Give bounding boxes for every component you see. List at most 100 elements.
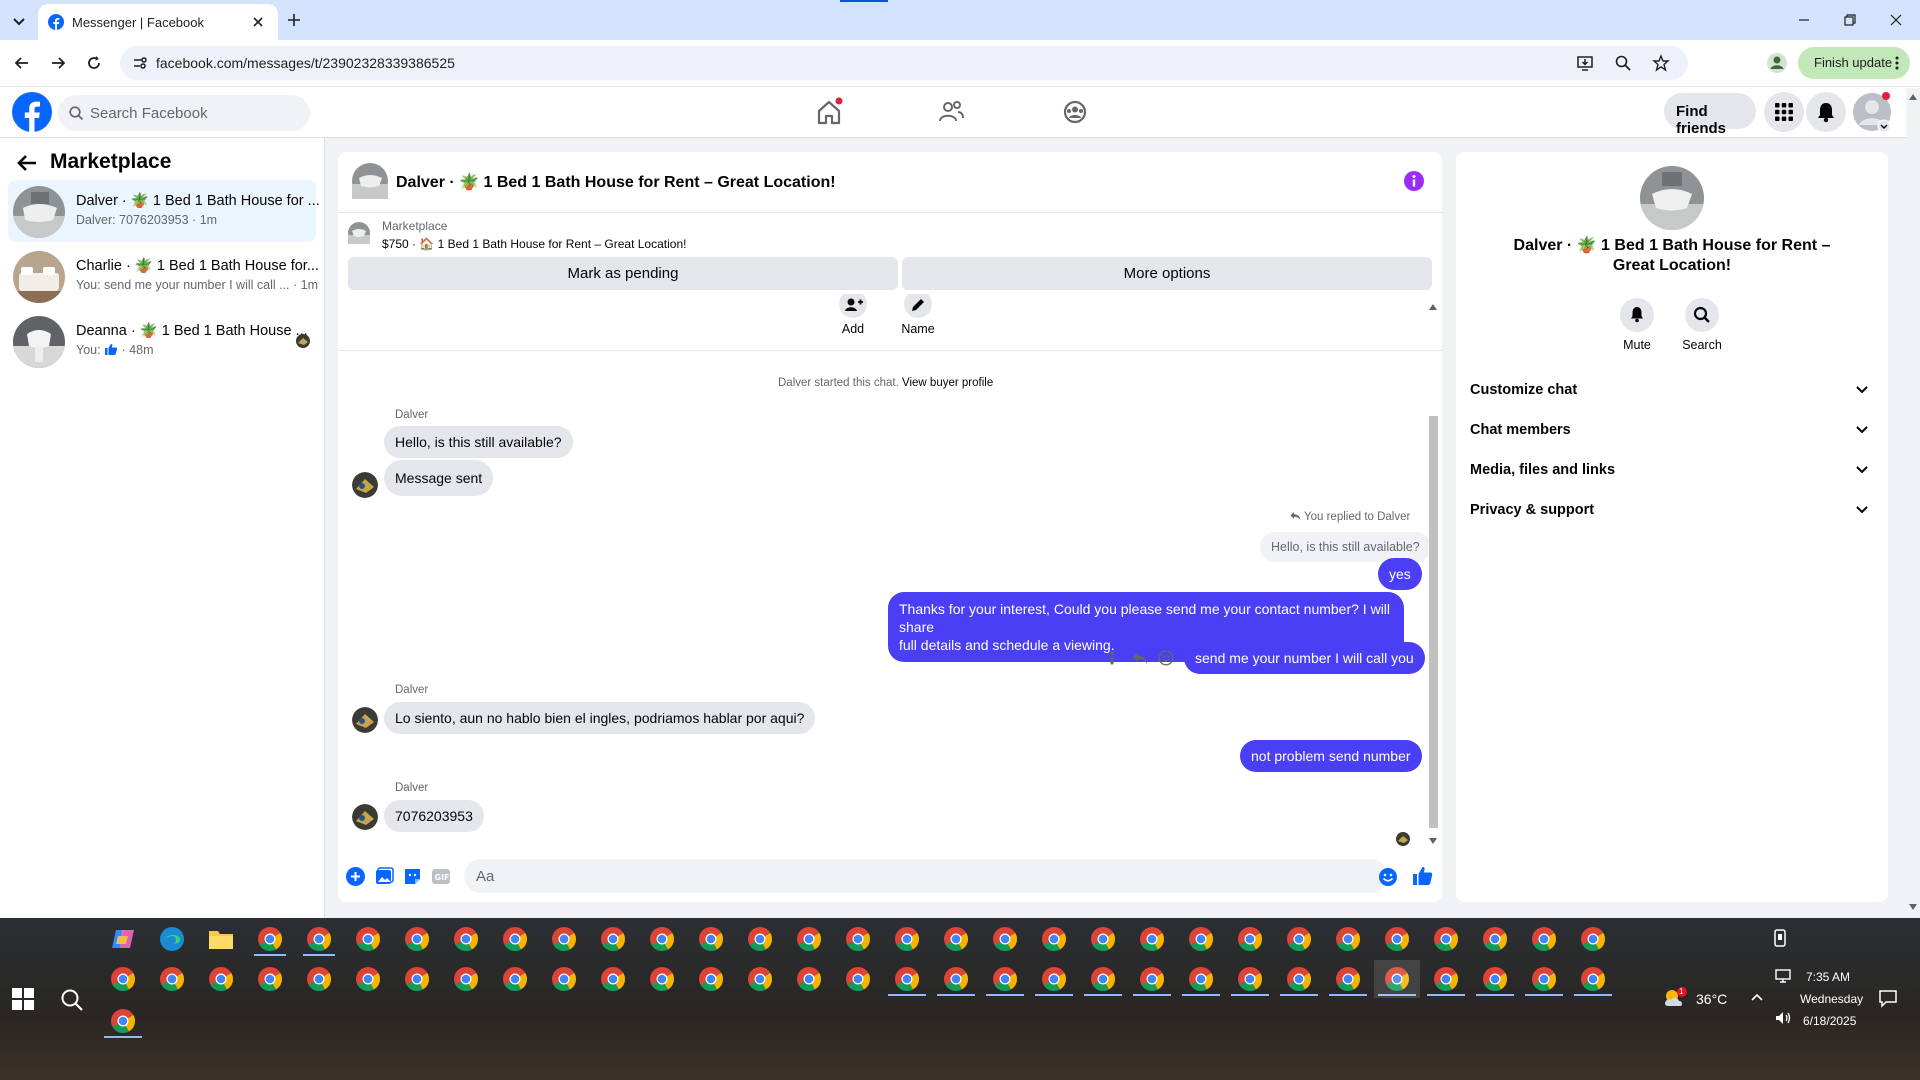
browser-tab-messenger[interactable]: Messenger | Facebook (38, 4, 278, 40)
listing-mini-thumbnail (348, 222, 370, 244)
volume-icon[interactable] (1774, 1010, 1792, 1026)
reply-icon[interactable] (1132, 650, 1148, 666)
install-app-icon[interactable] (1576, 54, 1594, 72)
chrome-icon-group[interactable] (0, 918, 1920, 1058)
message-outgoing[interactable]: send me your number I will call you (1184, 642, 1425, 674)
weather-badge: 1 (1679, 987, 1684, 996)
network-icon[interactable] (1774, 968, 1792, 984)
message-incoming[interactable]: 7076203953 (384, 800, 484, 832)
sender-avatar[interactable] (352, 804, 378, 830)
scroll-up-icon[interactable] (1429, 304, 1437, 310)
sender-avatar[interactable] (352, 707, 378, 733)
show-hidden-icons-icon[interactable] (1750, 992, 1764, 1002)
add-label: Add (841, 322, 865, 336)
site-info-icon[interactable] (132, 55, 148, 71)
message-incoming[interactable]: Hello, is this still available? (384, 426, 573, 458)
mark-as-pending-button[interactable]: Mark as pending (348, 257, 898, 290)
minimize-icon[interactable] (1796, 12, 1812, 28)
finish-update-button[interactable]: Finish update (1798, 47, 1910, 79)
message-input[interactable]: Aa (464, 859, 1388, 893)
chat-members-row[interactable]: Chat members (1470, 412, 1874, 450)
new-tab-icon[interactable] (284, 10, 304, 30)
message-outgoing[interactable]: not problem send number (1240, 740, 1422, 772)
clock-date[interactable]: 6/18/2025 (1803, 1014, 1856, 1028)
listing-price-title[interactable]: $750 · 🏠 1 Bed 1 Bath House for Rent – G… (382, 237, 686, 251)
attach-photo-icon[interactable] (375, 867, 394, 886)
gif-icon[interactable]: GIF (431, 867, 451, 886)
view-buyer-profile-link[interactable]: View buyer profile (902, 377, 993, 389)
row-label: Customize chat (1470, 382, 1578, 398)
close-tab-icon[interactable] (250, 14, 266, 30)
chat-item-charlie[interactable]: Charlie · 🪴 1 Bed 1 Bath House for... Yo… (8, 245, 319, 307)
friends-nav-icon[interactable] (936, 97, 966, 127)
zoom-icon[interactable] (1614, 54, 1632, 72)
more-options-button[interactable]: More options (902, 257, 1432, 290)
tab-indicator (840, 0, 888, 2)
notification-center-icon[interactable] (1878, 988, 1898, 1008)
find-friends-button[interactable]: Find friends (1664, 93, 1756, 137)
thumbs-up-icon (104, 343, 118, 356)
reload-icon[interactable] (84, 53, 104, 73)
weather-temp[interactable]: 36°C (1696, 991, 1727, 1007)
customize-chat-row[interactable]: Customize chat (1470, 372, 1874, 410)
groups-nav-icon[interactable] (1060, 97, 1090, 127)
chat-info-avatar (1640, 166, 1704, 230)
row-label: Media, files and links (1470, 462, 1616, 478)
back-arrow-icon[interactable] (16, 153, 38, 173)
profile-icon[interactable] (1766, 52, 1788, 74)
back-icon[interactable] (12, 53, 32, 73)
chat-header-avatar[interactable] (352, 163, 388, 199)
tab-search-icon[interactable] (8, 10, 30, 32)
account-avatar-button[interactable] (1852, 92, 1892, 133)
conversation-info-icon[interactable] (1404, 171, 1424, 191)
scroll-down-icon[interactable] (1909, 904, 1917, 910)
address-bar[interactable]: facebook.com/messages/t/2390232833938652… (120, 46, 1688, 80)
mute-bell-icon (1620, 298, 1654, 332)
sticker-icon[interactable] (403, 867, 422, 886)
scroll-thumb[interactable] (1429, 416, 1438, 828)
chat-title[interactable]: Dalver · 🪴 1 Bed 1 Bath House for Rent –… (396, 172, 836, 192)
chat-item-deanna[interactable]: Deanna · 🪴 1 Bed 1 Bath House ... You: ·… (8, 310, 316, 372)
menu-grid-button[interactable] (1764, 92, 1804, 132)
bookmark-star-icon[interactable] (1652, 54, 1670, 72)
listing-thumbnail (13, 316, 65, 368)
chat-info-name: Dalver · 🪴 1 Bed 1 Bath House for Rent –… (1513, 237, 1831, 274)
chat-name: Dalver · 🪴 1 Bed 1 Bath House for ... (76, 193, 320, 209)
read-receipt-avatar (1396, 832, 1410, 846)
like-thumbs-up-icon[interactable] (1412, 865, 1434, 887)
add-people-button[interactable]: Add (828, 294, 878, 336)
notifications-button[interactable] (1806, 92, 1846, 132)
edit-name-button[interactable]: Name (893, 294, 943, 336)
chat-item-dalver[interactable]: Dalver · 🪴 1 Bed 1 Bath House for ... Da… (8, 180, 320, 242)
react-emoji-icon[interactable] (1158, 650, 1174, 666)
scroll-up-icon[interactable] (1909, 94, 1917, 100)
message-incoming[interactable]: Lo siento, aun no hablo bien el ingles, … (384, 702, 816, 734)
chat-scrollbar[interactable] (1426, 298, 1440, 852)
message-more-icon[interactable] (1109, 650, 1115, 666)
more-actions-plus-icon[interactable] (346, 867, 365, 886)
search-in-chat-button[interactable]: Search (1672, 298, 1732, 352)
close-window-icon[interactable] (1888, 12, 1904, 28)
clock-time[interactable]: 7:35 AM (1806, 970, 1850, 984)
search-icon (1685, 298, 1719, 332)
message-incoming[interactable]: Message sent (384, 460, 494, 496)
scroll-down-icon[interactable] (1429, 838, 1437, 844)
restore-icon[interactable] (1842, 12, 1858, 28)
sender-avatar[interactable] (352, 472, 378, 498)
taskbar-overflow-icon[interactable] (1772, 928, 1788, 948)
privacy-support-row[interactable]: Privacy & support (1470, 492, 1874, 530)
home-nav-icon[interactable] (814, 97, 844, 127)
mute-button[interactable]: Mute (1607, 298, 1667, 352)
emoji-icon[interactable] (1378, 867, 1398, 887)
facebook-logo-icon[interactable] (12, 92, 52, 132)
page-scrollbar[interactable] (1906, 88, 1920, 918)
message-outgoing[interactable]: yes (1378, 558, 1422, 590)
marketplace-listing-bar: Marketplace $750 · 🏠 1 Bed 1 Bath House … (338, 212, 1442, 351)
message-line: full details and schedule a viewing. (899, 637, 1115, 653)
facebook-search-input[interactable]: Search Facebook (58, 95, 310, 131)
clock-day[interactable]: Wednesday (1800, 992, 1863, 1006)
media-files-links-row[interactable]: Media, files and links (1470, 452, 1874, 490)
forward-icon[interactable] (48, 53, 68, 73)
weather-icon[interactable]: 1 (1662, 986, 1690, 1010)
browser-toolbar: facebook.com/messages/t/2390232833938652… (0, 40, 1920, 87)
